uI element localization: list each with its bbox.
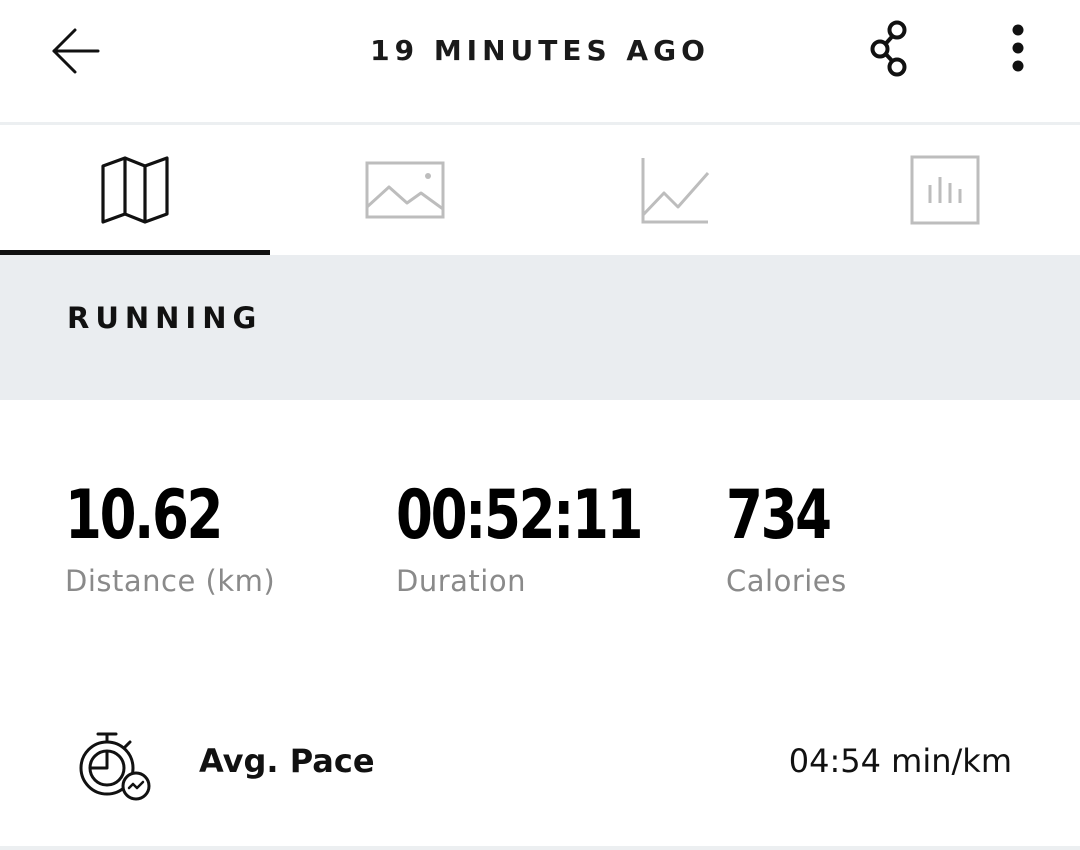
stopwatch-icon [79, 732, 151, 801]
stat-distance: 10.62 Distance (km) [65, 476, 276, 599]
image-icon [365, 161, 445, 219]
tab-bar [0, 125, 1080, 255]
share-icon [870, 20, 907, 77]
top-app-bar: 19 MINUTES AGO [0, 0, 1080, 122]
distance-value: 10.62 [65, 476, 223, 555]
bar-chart-icon [910, 155, 980, 225]
stat-calories: 734 Calories [726, 476, 859, 599]
duration-value: 00:52:11 [396, 476, 643, 555]
tab-graph[interactable] [540, 125, 810, 255]
avg-pace-row[interactable]: Avg. Pace 04:54 min/km [0, 700, 1080, 845]
stat-duration: 00:52:11 Duration [396, 476, 710, 599]
avg-pace-value: 04:54 min/km [788, 742, 1012, 780]
more-options-button[interactable] [982, 12, 1054, 84]
more-vertical-icon [1012, 24, 1024, 72]
activity-type-banner: RUNNING [0, 255, 1080, 400]
avg-pace-label: Avg. Pace [199, 742, 375, 780]
activity-detail-screen: 19 MINUTES AGO RUNNING 10.62 Distance (k… [0, 0, 1080, 850]
calories-value: 734 [726, 476, 832, 555]
share-button[interactable] [854, 12, 926, 84]
tab-photos[interactable] [270, 125, 540, 255]
back-button[interactable] [40, 15, 112, 87]
tab-splits[interactable] [810, 125, 1080, 255]
arrow-left-icon [52, 28, 100, 74]
tab-map[interactable] [0, 125, 270, 255]
page-title: 19 MINUTES AGO [370, 34, 710, 67]
calories-label: Calories [726, 564, 847, 598]
map-icon [101, 156, 169, 224]
line-chart-icon [641, 158, 710, 224]
distance-label: Distance (km) [65, 564, 276, 598]
activity-type-label: RUNNING [67, 301, 263, 335]
duration-label: Duration [396, 564, 526, 598]
row-divider [0, 846, 1080, 850]
